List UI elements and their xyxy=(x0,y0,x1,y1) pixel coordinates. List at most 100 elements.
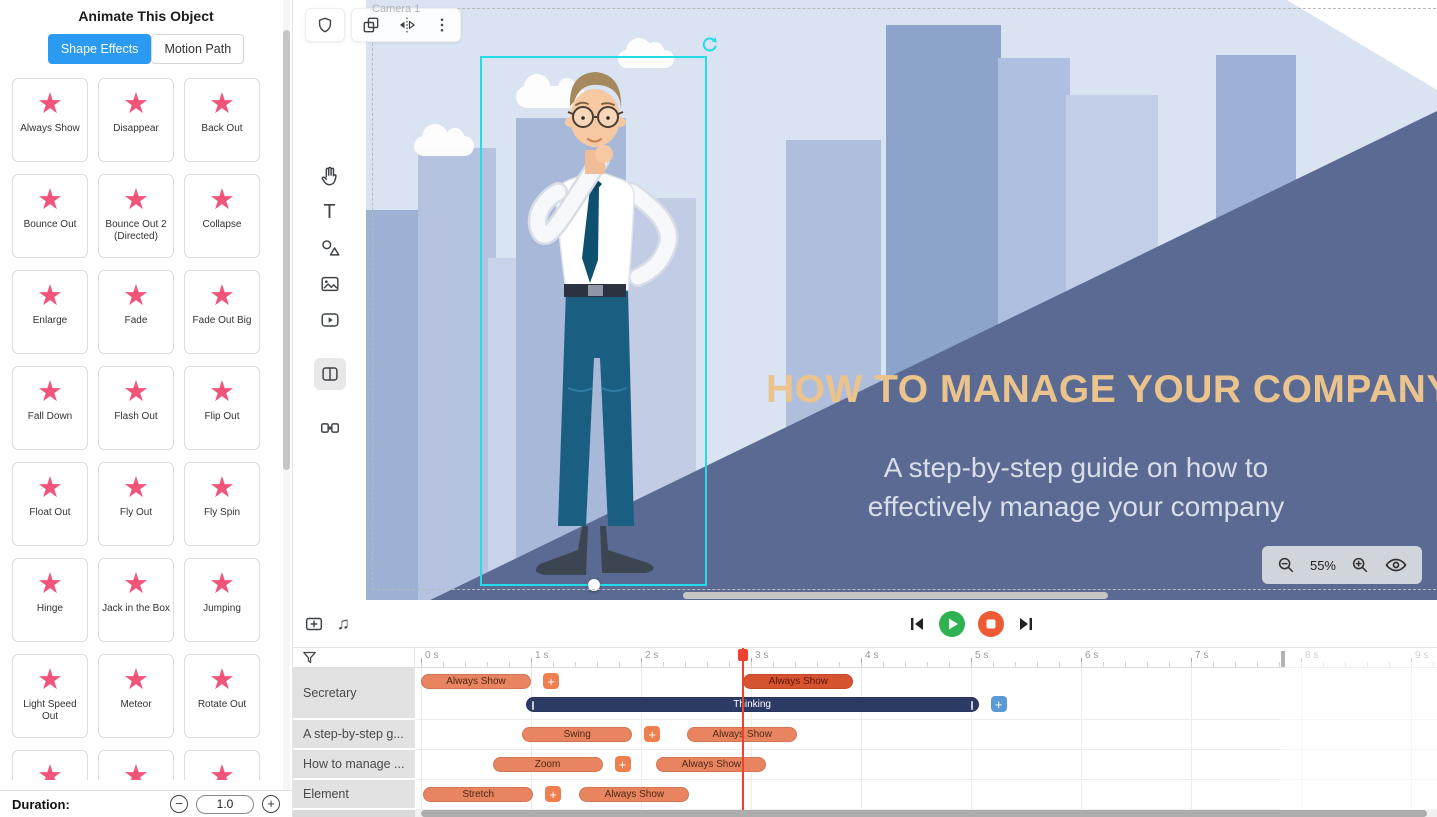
playhead-handle[interactable] xyxy=(738,649,748,661)
effect-card[interactable]: ★Flash Out xyxy=(98,366,174,450)
effect-card[interactable]: ★Hinge xyxy=(12,558,88,642)
timeline-bar[interactable]: Always Show xyxy=(579,787,689,802)
timeline-bar[interactable]: Always Show xyxy=(421,674,531,689)
add-effect-button[interactable]: + xyxy=(545,786,561,802)
add-effect-button[interactable]: + xyxy=(543,673,559,689)
play-button[interactable] xyxy=(939,611,965,637)
timeline-scrollbar-thumb[interactable] xyxy=(421,810,1427,817)
selection-box[interactable] xyxy=(480,56,707,586)
music-button[interactable]: ♫ xyxy=(337,614,350,634)
duration-increase-button[interactable]: + xyxy=(262,795,280,813)
bar-grip-right[interactable] xyxy=(971,701,973,710)
effect-card[interactable]: ★Light Speed Out xyxy=(12,654,88,738)
timeline-track[interactable]: Zoom + Always Show xyxy=(415,750,1437,780)
timeline-row-label[interactable]: A step-by-step g... xyxy=(293,720,415,750)
effect-card-partial[interactable]: ★ xyxy=(98,750,174,780)
stop-button[interactable] xyxy=(978,611,1004,637)
duration-decrease-button[interactable]: − xyxy=(170,795,188,813)
effect-card[interactable]: ★Meteor xyxy=(98,654,174,738)
duplicate-button[interactable] xyxy=(361,15,381,35)
ruler-track[interactable]: 0 s1 s2 s3 s4 s5 s6 s7 s8 s9 s xyxy=(415,648,1437,667)
effect-card[interactable]: ★Fade Out Big xyxy=(184,270,260,354)
timeline-bar[interactable]: Always Show xyxy=(743,674,853,689)
effect-card[interactable]: ★Always Show xyxy=(12,78,88,162)
skip-end-button[interactable] xyxy=(1017,615,1035,633)
canvas-scrollbar[interactable] xyxy=(366,591,1437,600)
effect-star-icon: ★ xyxy=(209,663,235,699)
effect-star-icon: ★ xyxy=(37,759,63,780)
effect-card[interactable]: ★Bounce Out 2 (Directed) xyxy=(98,174,174,258)
effect-card[interactable]: ★Jumping xyxy=(184,558,260,642)
timeline-rows: Secretary Always Show + Always Show Thinking… xyxy=(293,668,1437,810)
effect-card[interactable]: ★Rotate Out xyxy=(184,654,260,738)
duration-input[interactable] xyxy=(196,795,254,814)
add-effect-button[interactable]: + xyxy=(615,756,631,772)
pan-tool-button[interactable] xyxy=(314,160,346,192)
timeline-row-label[interactable]: Element xyxy=(293,780,415,810)
shield-button[interactable] xyxy=(315,15,335,35)
effect-label: Always Show xyxy=(18,123,81,135)
tab-motion-path[interactable]: Motion Path xyxy=(151,34,244,64)
video-tool-button[interactable] xyxy=(314,304,346,336)
image-tool-button[interactable] xyxy=(314,268,346,300)
timeline-bar-label: Stretch xyxy=(462,789,494,800)
timeline-row-label[interactable]: Secretary xyxy=(293,668,415,720)
resize-handle[interactable] xyxy=(588,579,600,591)
timeline-scrollbar[interactable] xyxy=(415,810,1437,817)
slide-subtitle[interactable]: A step-by-step guide on how to effective… xyxy=(726,448,1426,526)
effect-card[interactable]: ★Back Out xyxy=(184,78,260,162)
add-effect-button[interactable]: + xyxy=(644,726,660,742)
stage-canvas[interactable]: HOW TO MANAGE YOUR COMPANY A step-by-ste… xyxy=(366,0,1437,600)
effect-card[interactable]: ★Fade xyxy=(98,270,174,354)
timeline-row-label[interactable]: How to manage ... xyxy=(293,750,415,780)
play-icon xyxy=(939,611,965,637)
effect-card[interactable]: ★Float Out xyxy=(12,462,88,546)
rotate-icon[interactable] xyxy=(701,36,719,54)
timeline-track[interactable]: Stretch + Always Show xyxy=(415,780,1437,810)
pages-tool-button[interactable] xyxy=(314,358,346,390)
effect-card-partial[interactable]: ★ xyxy=(184,750,260,780)
effect-card[interactable]: ★Fly Out xyxy=(98,462,174,546)
timeline-track[interactable]: Always Show + Always Show Thinking + xyxy=(415,668,1437,720)
skip-start-button[interactable] xyxy=(908,615,926,633)
add-effect-button[interactable]: + xyxy=(991,696,1007,712)
effect-card[interactable]: ★Fly Spin xyxy=(184,462,260,546)
canvas-scrollbar-thumb[interactable] xyxy=(683,592,1108,599)
app-root: Animate This Object Shape Effects Motion… xyxy=(0,0,1437,817)
shapes-tool-button[interactable] xyxy=(314,232,346,264)
text-tool-button[interactable]: T xyxy=(314,196,346,228)
effect-card[interactable]: ★Bounce Out xyxy=(12,174,88,258)
zoom-out-button[interactable] xyxy=(1276,555,1296,575)
playhead[interactable] xyxy=(742,648,744,810)
bar-grip-left[interactable] xyxy=(532,701,534,710)
skip-start-icon xyxy=(908,615,926,633)
effect-card[interactable]: ★Disappear xyxy=(98,78,174,162)
timeline-bar[interactable]: Thinking xyxy=(526,697,979,712)
more-options-button[interactable] xyxy=(433,15,451,35)
timeline-bar[interactable]: Always Show xyxy=(656,757,766,772)
transition-tool-button[interactable] xyxy=(314,412,346,444)
effect-card[interactable]: ★Flip Out xyxy=(184,366,260,450)
preview-button[interactable] xyxy=(1384,555,1408,575)
effect-star-icon: ★ xyxy=(209,759,235,780)
effect-card-partial[interactable]: ★ xyxy=(12,750,88,780)
effect-card[interactable]: ★Fall Down xyxy=(12,366,88,450)
add-scene-button[interactable] xyxy=(303,613,325,635)
timeline-bar[interactable]: Zoom xyxy=(493,757,603,772)
zoom-in-button[interactable] xyxy=(1350,555,1370,575)
pages-icon xyxy=(319,363,341,385)
effect-card[interactable]: ★Enlarge xyxy=(12,270,88,354)
transition-icon xyxy=(319,417,341,439)
tab-shape-effects[interactable]: Shape Effects xyxy=(48,34,152,64)
effects-scrollbar[interactable] xyxy=(283,0,290,790)
effect-card[interactable]: ★Jack in the Box xyxy=(98,558,174,642)
timeline-bar[interactable]: Stretch xyxy=(423,787,533,802)
effects-scrollbar-thumb[interactable] xyxy=(283,30,290,470)
slide-title[interactable]: HOW TO MANAGE YOUR COMPANY xyxy=(766,368,1386,412)
timeline-bar[interactable]: Swing xyxy=(522,727,632,742)
flip-button[interactable] xyxy=(397,15,417,35)
effect-card[interactable]: ★Collapse xyxy=(184,174,260,258)
filter-button[interactable] xyxy=(301,649,318,666)
timeline-track[interactable]: Swing+Always Show xyxy=(415,720,1437,750)
effect-label: Fade Out Big xyxy=(191,315,254,327)
